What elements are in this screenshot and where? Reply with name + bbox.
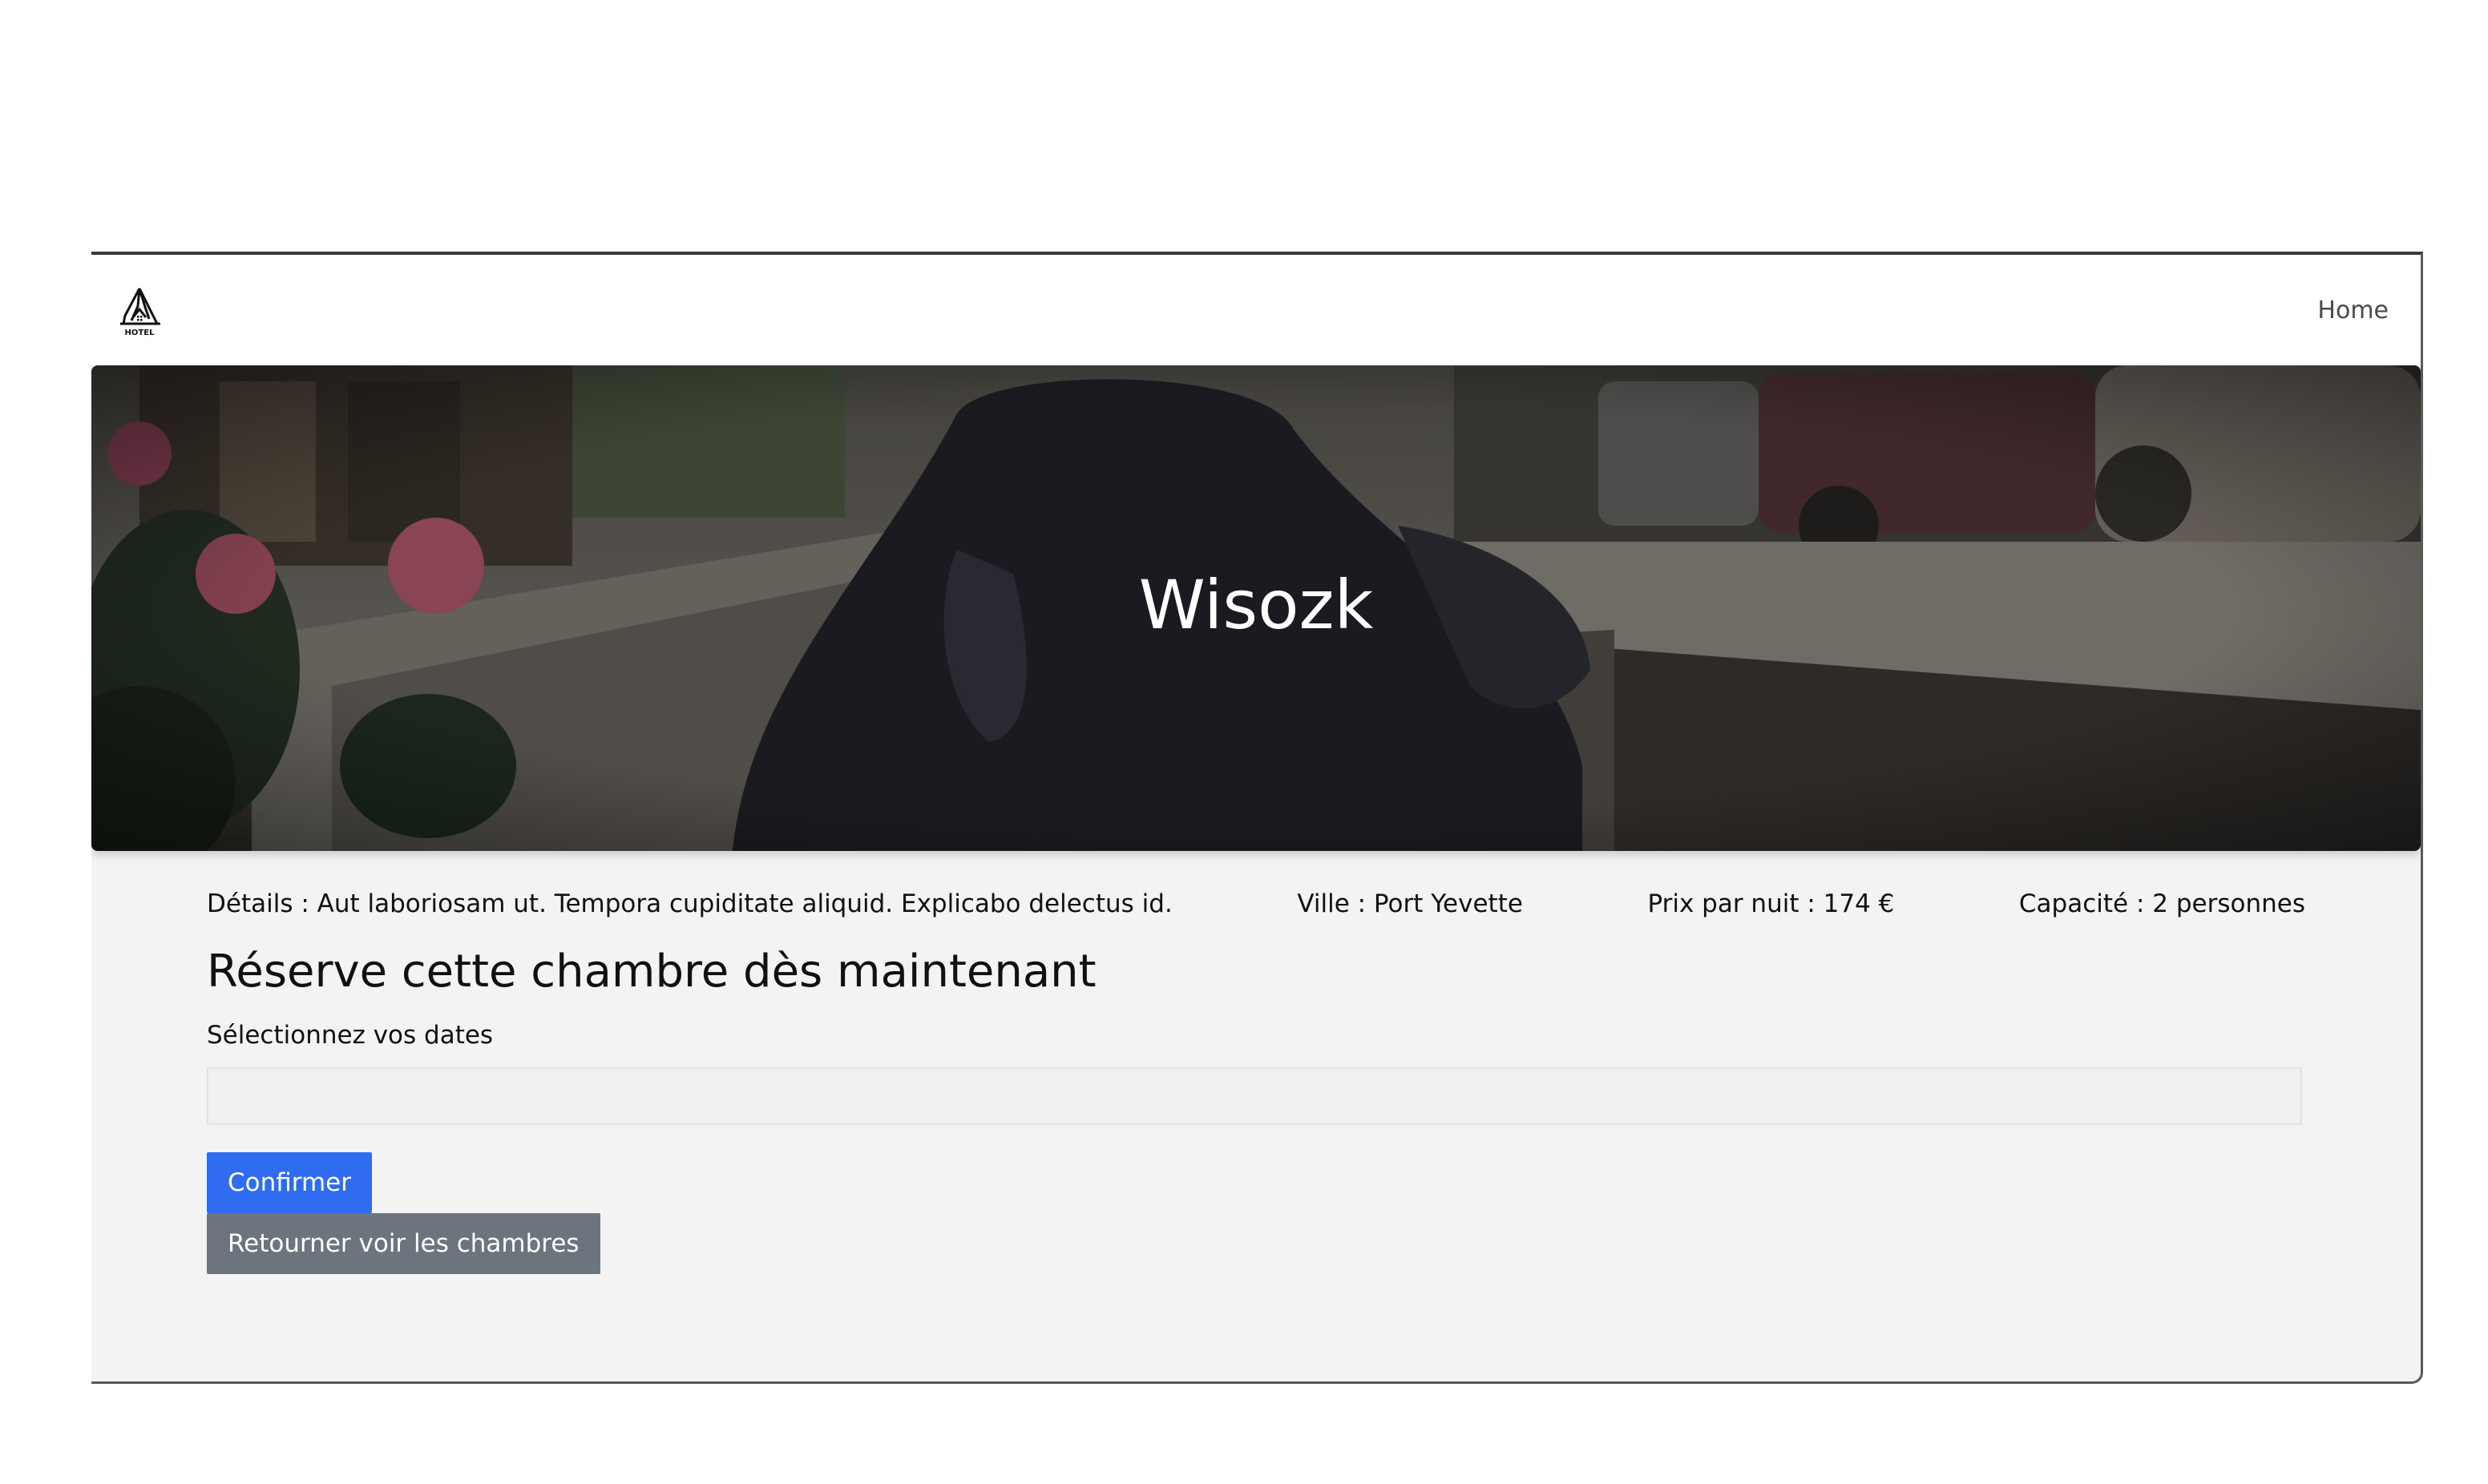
booking-title: Réserve cette chambre dès maintenant	[207, 946, 1097, 998]
hotel-logo[interactable]: HOTEL	[115, 284, 164, 340]
hero-banner: Wisozk	[91, 365, 2421, 851]
confirm-button[interactable]: Confirmer	[207, 1152, 373, 1213]
hotel-logo-icon: HOTEL	[120, 288, 160, 337]
browser-frame: HOTEL Home Wisozk Détails: Aut laborios…	[91, 252, 2423, 1384]
logo-text: HOTEL	[125, 329, 156, 337]
dates-label: Sélectionnez vos dates	[207, 1021, 494, 1050]
nav-home-link[interactable]: Home	[2317, 296, 2389, 325]
room-city: Ville : Port Yevette	[1297, 889, 1523, 918]
back-to-rooms-button[interactable]: Retourner voir les chambres	[207, 1213, 600, 1274]
hotel-name-title: Wisozk	[1138, 566, 1374, 644]
room-price: Prix par nuit : 174 €	[1647, 889, 1895, 918]
navbar: HOTEL Home	[91, 255, 2421, 365]
room-details-row: Détails : Aut laboriosam ut. Tempora cup…	[207, 889, 2305, 918]
room-capacity: Capacité : 2 personnes	[2018, 889, 2305, 918]
dates-input[interactable]	[207, 1067, 2302, 1125]
room-description: Détails : Aut laboriosam ut. Tempora cup…	[207, 889, 1173, 918]
